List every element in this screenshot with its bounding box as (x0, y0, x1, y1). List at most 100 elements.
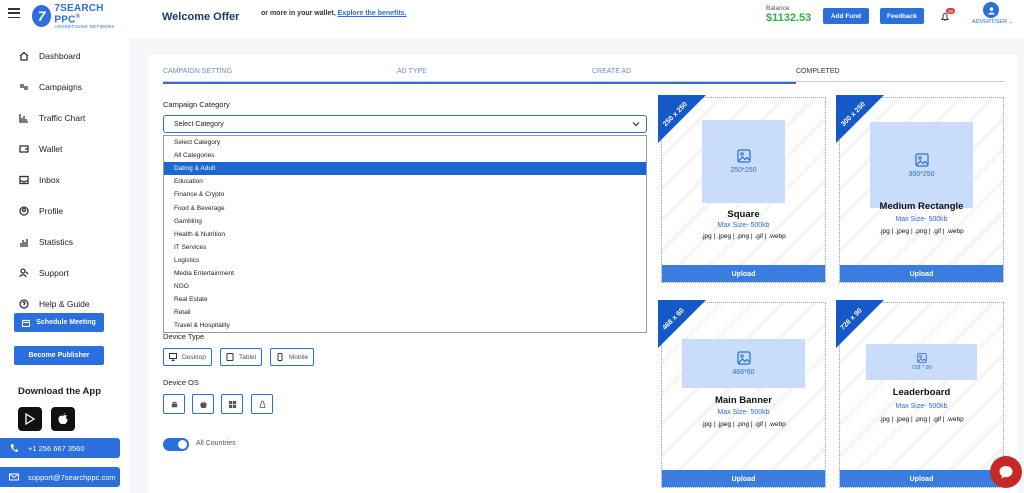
dropdown-option[interactable]: All Categories (164, 149, 646, 162)
category-dropdown-list: Select Category All Categories Dating & … (163, 135, 647, 333)
sidebar-item-label: Dashboard (39, 50, 81, 61)
logo-reg: ® (75, 14, 81, 20)
dropdown-option[interactable]: Health & Nutrition (164, 228, 646, 241)
device-label: Desktop (182, 353, 206, 361)
os-android-button[interactable] (163, 394, 185, 414)
os-apple-button[interactable] (192, 394, 214, 414)
upload-button[interactable]: Upload (662, 470, 825, 487)
google-play-icon[interactable] (18, 407, 42, 431)
sidebar-item-campaigns[interactable]: Campaigns (0, 71, 130, 102)
device-desktop-button[interactable]: Desktop (163, 348, 212, 366)
ad-size-ribbon: 300 x 250 (836, 95, 884, 143)
ad-card-title: Medium Rectangle (879, 201, 964, 212)
sidebar-item-support[interactable]: Support (0, 257, 130, 288)
sidebar-item-statistics[interactable]: Statistics (0, 226, 130, 257)
image-icon (914, 152, 929, 167)
upload-button[interactable]: Upload (840, 265, 1003, 282)
account-role-label: ADVERTISER (972, 19, 1008, 25)
dropdown-option[interactable]: Travel & Hospitality (164, 319, 646, 332)
chat-bubble-button[interactable] (990, 456, 1022, 488)
ad-card-formats: .jpg | .jpeg | .png | .gif | .webp (879, 416, 964, 423)
upload-button[interactable]: Upload (662, 265, 825, 282)
balance-display: Balance $1132.53 (766, 5, 811, 24)
ad-card-formats: .jpg | .jpeg | .png | .gif | .webp (701, 421, 786, 428)
sidebar-item-inbox[interactable]: Inbox (0, 164, 130, 195)
notification-badge: 29 (946, 8, 955, 14)
feedback-button[interactable]: Feedback (880, 8, 924, 24)
ad-preview-placeholder[interactable]: 250*250 (702, 120, 785, 203)
sidebar-item-dashboard[interactable]: Dashboard (0, 40, 130, 71)
upload-button[interactable]: Upload (840, 470, 1003, 487)
ad-card-max-size: Max Size- 500kb (717, 409, 770, 416)
dropdown-option[interactable]: Finance & Crypto (164, 188, 646, 201)
tab-create-ad[interactable]: CREATE AD (592, 68, 631, 75)
logo[interactable]: 7 7SEARCH PPC® ADVERTISING NETWORK (32, 3, 130, 29)
placeholder-size: 468*60 (732, 369, 755, 376)
os-windows-button[interactable] (221, 394, 243, 414)
phone-icon (10, 444, 18, 452)
ad-card-formats: .jpg | .jpeg | .png | .gif | .webp (879, 228, 964, 235)
dropdown-option-highlighted[interactable]: Dating & Adult (164, 162, 646, 176)
ad-preview-placeholder[interactable]: 728 * 90 (866, 344, 977, 380)
wallet-message-text: or more in your wallet, (261, 10, 336, 17)
sidebar-item-wallet[interactable]: Wallet (0, 133, 130, 164)
device-os-label: Device OS (163, 378, 199, 387)
chat-icon (999, 466, 1013, 479)
profile-icon (19, 205, 29, 216)
device-label: Tablet (239, 353, 257, 361)
image-icon (916, 353, 927, 363)
wallet-message: or more in your wallet, Explore the bene… (261, 10, 407, 17)
top-header: Welcome Offer or more in your wallet, Ex… (130, 0, 1024, 38)
sidebar-nav: Dashboard Campaigns Traffic Chart Wallet… (0, 40, 130, 319)
avatar[interactable] (983, 2, 999, 18)
dropdown-option[interactable]: Real Estate (164, 293, 646, 306)
wallet-icon (19, 144, 29, 153)
tab-campaign-setting[interactable]: CAMPAIGN SETTING (163, 68, 232, 75)
phone-contact[interactable]: +1 256 667 3560 (0, 438, 120, 458)
sidebar-item-label: Campaigns (39, 81, 82, 92)
all-countries-label: All Countries (196, 440, 236, 447)
sidebar-item-profile[interactable]: Profile (0, 195, 130, 226)
ad-card-formats: .jpg | .jpeg | .png | .gif | .webp (701, 233, 786, 240)
chevron-down-icon (632, 122, 640, 127)
apple-icon (199, 400, 207, 408)
email-address: support@7searchppc.com (28, 472, 116, 482)
add-fund-button[interactable]: Add Fund (823, 8, 869, 24)
account-role[interactable]: ADVERTISER ⌄ (972, 19, 1013, 25)
windows-icon (228, 400, 236, 408)
sidebar-item-traffic-chart[interactable]: Traffic Chart (0, 102, 130, 133)
app-store-icon[interactable] (51, 407, 75, 431)
logo-tagline: ADVERTISING NETWORK (54, 24, 115, 30)
mail-icon (9, 473, 19, 481)
ad-card-title: Square (727, 209, 760, 220)
device-tablet-button[interactable]: Tablet (220, 348, 263, 366)
ad-card-max-size: Max Size- 500kb (895, 403, 948, 410)
hamburger-menu-icon[interactable] (8, 8, 20, 18)
inbox-icon (19, 175, 29, 184)
dropdown-option[interactable]: Media Entertainment (164, 267, 646, 280)
dropdown-option[interactable]: Gambling (164, 215, 646, 228)
dropdown-option[interactable]: Logistics (164, 254, 646, 267)
desktop-icon (169, 353, 177, 361)
schedule-meeting-button[interactable]: Schedule Meeting (14, 313, 104, 332)
dropdown-option[interactable]: NGO (164, 280, 646, 293)
explore-benefits-link[interactable]: Explore the benefits. (338, 10, 407, 17)
dropdown-option[interactable]: Education (164, 175, 646, 188)
become-publisher-button[interactable]: Become Publisher (14, 346, 104, 365)
tab-ad-type[interactable]: AD TYPE (397, 68, 427, 75)
email-contact[interactable]: support@7searchppc.com (0, 467, 120, 487)
tab-completed[interactable]: COMPLETED (796, 68, 840, 75)
ad-preview-placeholder[interactable]: 300*250 (870, 122, 973, 208)
help-icon (19, 298, 29, 309)
dropdown-option[interactable]: Select Category (164, 136, 646, 149)
dropdown-option[interactable]: IT Services (164, 241, 646, 254)
linux-icon (259, 399, 265, 408)
device-mobile-button[interactable]: Mobile (270, 348, 315, 366)
dropdown-option[interactable]: Retail (164, 306, 646, 319)
image-icon (736, 351, 751, 365)
campaign-category-select[interactable]: Select Category (163, 115, 647, 133)
dropdown-option[interactable]: Food & Beverage (164, 201, 646, 214)
ad-size-ribbon: 468 x 60 (658, 300, 706, 348)
all-countries-toggle[interactable] (163, 438, 189, 451)
os-linux-button[interactable] (251, 394, 273, 414)
